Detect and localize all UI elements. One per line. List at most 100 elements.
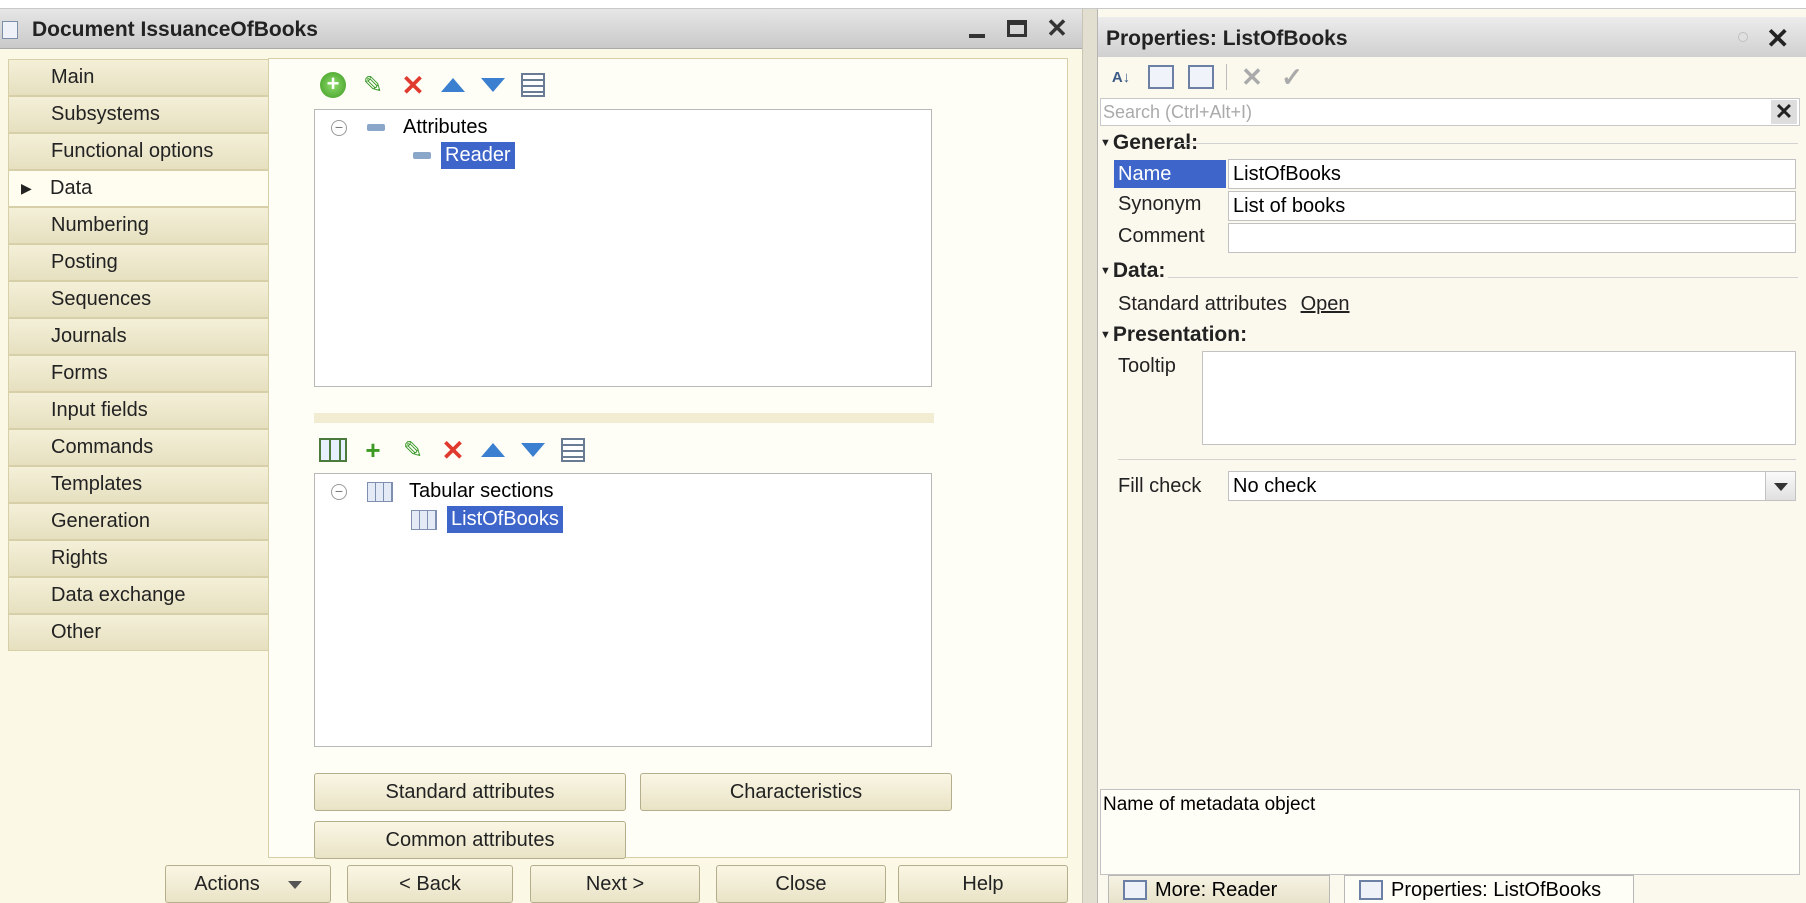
common-attributes-button[interactable]: Common attributes [314, 821, 626, 859]
properties-panel: Properties: ListOfBooks ✕ A↓ ✕ ✓ Search … [1098, 9, 1806, 903]
nav-item-functional-options[interactable]: Functional options [8, 133, 270, 170]
nav-item-label: Posting [51, 251, 118, 273]
close-window-button[interactable]: ✕ [1040, 13, 1074, 45]
attributes-tree[interactable]: − Attributes Reader [314, 109, 932, 387]
more-icon [1123, 880, 1147, 900]
maximize-icon [1007, 19, 1027, 37]
tree-item-listofbooks[interactable]: ListOfBooks [411, 506, 563, 533]
nav-item-subsystems[interactable]: Subsystems [8, 96, 270, 133]
standard-attributes-button[interactable]: Standard attributes [314, 773, 626, 811]
characteristics-button[interactable]: Characteristics [640, 773, 952, 811]
add-icon: + [320, 72, 346, 98]
minimize-button[interactable] [960, 13, 994, 45]
nav-item-journals[interactable]: Journals [8, 318, 270, 355]
name-label: Name [1114, 160, 1226, 188]
tooltip-field[interactable] [1202, 351, 1796, 445]
add-tabular-section-button[interactable] [319, 436, 347, 464]
nav-item-main[interactable]: Main [8, 59, 270, 96]
synonym-field[interactable]: List of books [1228, 191, 1796, 221]
comment-field[interactable] [1228, 223, 1796, 253]
tree-item-reader[interactable]: Reader [413, 142, 515, 169]
help-button[interactable]: Help [898, 865, 1068, 903]
fill-check-label: Fill check [1118, 475, 1202, 497]
back-button[interactable]: < Back [347, 865, 513, 903]
sort-attribute-button[interactable] [519, 71, 547, 99]
splitter-bar[interactable] [314, 413, 934, 423]
collapse-section-icon: ▼ [1100, 137, 1111, 150]
name-field[interactable]: ListOfBooks [1228, 159, 1796, 189]
open-standard-attributes-link[interactable]: Open [1301, 293, 1350, 315]
tree-item-label: ListOfBooks [447, 506, 563, 533]
collapse-section-icon: ▼ [1100, 329, 1111, 342]
nav-item-templates[interactable]: Templates [8, 466, 270, 503]
close-properties-button[interactable]: ✕ [1766, 22, 1789, 55]
edit-icon: ✎ [362, 71, 384, 99]
properties-toolbar: A↓ ✕ ✓ [1106, 61, 1307, 93]
categories-button[interactable] [1146, 63, 1176, 91]
window-splitter[interactable] [1082, 9, 1098, 903]
filter-button[interactable] [1186, 63, 1216, 91]
move-down-attribute-button[interactable] [479, 71, 507, 99]
collapse-icon[interactable]: − [331, 483, 347, 500]
pin-icon[interactable] [1738, 32, 1748, 42]
move-up-tabular-button[interactable] [479, 436, 507, 464]
collapse-icon[interactable]: − [331, 119, 347, 136]
tab-properties-listofbooks[interactable]: Properties: ListOfBooks [1344, 875, 1634, 903]
nav-item-sequences[interactable]: Sequences [8, 281, 270, 318]
tabular-section-icon [411, 509, 437, 530]
cancel-icon: ✕ [1241, 61, 1263, 92]
tabular-sections-tree[interactable]: − Tabular sections ListOfBooks [314, 473, 932, 747]
sort-alpha-button[interactable]: A↓ [1106, 63, 1136, 91]
add-column-button[interactable]: + [359, 435, 387, 465]
attribute-icon [367, 124, 385, 131]
maximize-button[interactable] [1000, 13, 1034, 45]
sort-icon [561, 438, 585, 462]
nav-item-forms[interactable]: Forms [8, 355, 270, 392]
active-arrow-icon: ▶ [21, 180, 32, 196]
minimize-icon [969, 34, 985, 39]
tabular-section-icon [367, 481, 393, 502]
comment-label: Comment [1118, 225, 1205, 247]
delete-tabular-button[interactable]: ✕ [439, 435, 467, 466]
fill-check-dropdown-button[interactable] [1765, 472, 1795, 500]
collapse-section-icon: ▼ [1100, 265, 1111, 278]
tree-root-tabular-sections[interactable]: − Tabular sections [331, 480, 554, 503]
section-data[interactable]: ▼Data: [1100, 259, 1165, 283]
nav-item-commands[interactable]: Commands [8, 429, 270, 466]
cancel-button[interactable]: ✕ [1237, 61, 1267, 92]
nav-item-label: Journals [51, 325, 127, 347]
properties-titlebar: Properties: ListOfBooks ✕ [1098, 17, 1806, 57]
nav-item-numbering[interactable]: Numbering [8, 207, 270, 244]
next-button[interactable]: Next > [530, 865, 700, 903]
actions-button[interactable]: Actions [165, 865, 331, 903]
nav-item-posting[interactable]: Posting [8, 244, 270, 281]
accept-button[interactable]: ✓ [1277, 62, 1307, 92]
tab-more-reader[interactable]: More: Reader [1108, 875, 1330, 903]
data-content-panel: + ✎ ✕ − Attributes Reader + ✎ ✕ − Tabula… [268, 58, 1068, 859]
nav-item-input-fields[interactable]: Input fields [8, 392, 270, 429]
move-down-icon [481, 78, 505, 92]
move-up-attribute-button[interactable] [439, 71, 467, 99]
close-icon: ✕ [1046, 13, 1068, 43]
edit-tabular-button[interactable]: ✎ [399, 436, 427, 464]
move-down-tabular-button[interactable] [519, 436, 547, 464]
delete-attribute-button[interactable]: ✕ [399, 69, 427, 101]
move-down-icon [521, 443, 545, 457]
panel-tabs: More: Reader Properties: ListOfBooks [1098, 875, 1806, 903]
tree-root-attributes[interactable]: − Attributes [331, 116, 487, 139]
delete-icon: ✕ [401, 69, 425, 101]
nav-item-generation[interactable]: Generation [8, 503, 270, 540]
fill-check-select[interactable]: No check [1228, 471, 1796, 501]
tree-root-label: Tabular sections [409, 480, 554, 502]
add-attribute-button[interactable]: + [319, 71, 347, 99]
sort-tabular-button[interactable] [559, 436, 587, 464]
nav-item-data-exchange[interactable]: Data exchange [8, 577, 270, 614]
clear-search-button[interactable]: ✕ [1771, 100, 1797, 124]
nav-item-other[interactable]: Other [8, 614, 270, 651]
section-presentation[interactable]: ▼Presentation: [1100, 323, 1247, 347]
properties-search-input[interactable]: Search (Ctrl+Alt+I) ✕ [1100, 98, 1800, 126]
close-button[interactable]: Close [716, 865, 886, 903]
nav-item-data[interactable]: ▶ Data [8, 170, 270, 207]
nav-item-rights[interactable]: Rights [8, 540, 270, 577]
edit-attribute-button[interactable]: ✎ [359, 71, 387, 99]
